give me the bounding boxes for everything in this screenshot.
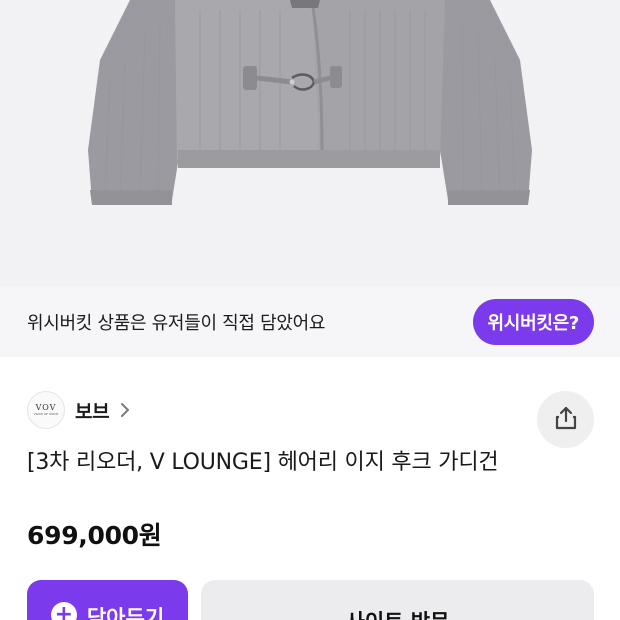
product-title: [3차 리오더, V LOUNGE] 헤어리 이지 후크 가디건 [27, 450, 499, 475]
save-button-label: 담아두기 [86, 606, 165, 620]
product-image [0, 0, 620, 287]
share-button[interactable] [537, 391, 594, 448]
brand-name: 보브 [75, 400, 110, 423]
brand-logo: VOV VOICE OF VOICE [27, 391, 65, 429]
cardigan-photo [88, 0, 532, 205]
product-price: 699,000원 [27, 521, 162, 550]
banner-text: 위시버킷 상품은 유저들이 직접 담았어요 [27, 313, 326, 334]
wishlist-info-button[interactable]: 위시버킷은? [472, 299, 594, 345]
plus-icon: + [50, 602, 77, 620]
wishlist-info-banner: 위시버킷 상품은 유저들이 직접 담았어요 위시버킷은? [0, 287, 620, 357]
share-icon [553, 405, 579, 434]
chevron-right-icon [117, 402, 133, 418]
visit-site-button[interactable]: 사이트 방문 [201, 580, 594, 620]
save-to-wishlist-button[interactable]: + 담아두기 [27, 580, 188, 620]
brand-link[interactable]: VOV VOICE OF VOICE 보브 [27, 391, 133, 429]
